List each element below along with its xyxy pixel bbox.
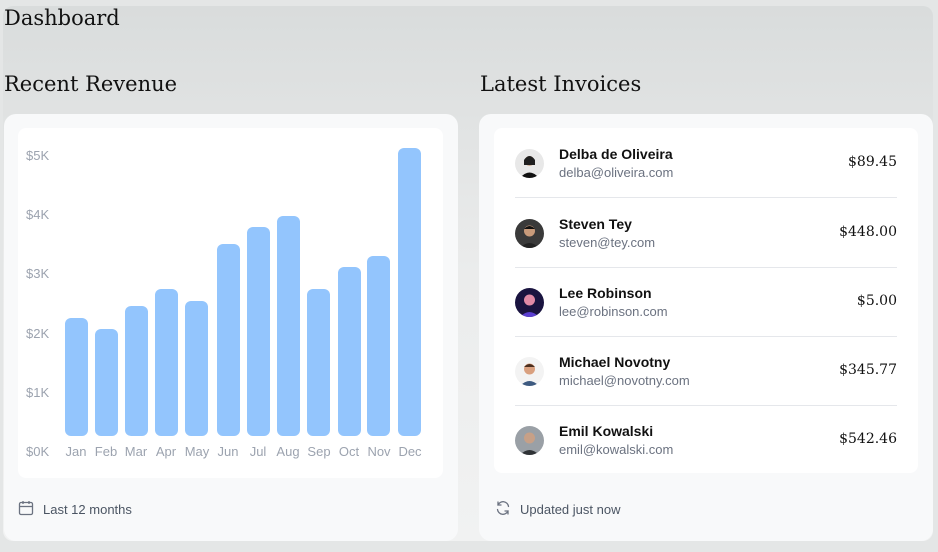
invoices-list: Delba de Oliveira delba@oliveira.com $89… (494, 128, 918, 473)
invoices-card: Delba de Oliveira delba@oliveira.com $89… (479, 114, 933, 541)
bar-aug (277, 216, 300, 436)
revenue-chart: $5K $4K $3K $2K $1K $0K Jan Feb Mar Apr … (18, 128, 443, 478)
invoices-footer-label: Updated just now (520, 502, 621, 517)
refresh-icon[interactable] (495, 500, 520, 519)
y-tick-label: $0K (26, 444, 50, 459)
x-tick-label: Feb (94, 444, 118, 459)
invoice-name: Delba de Oliveira (559, 146, 673, 162)
revenue-card: $5K $4K $3K $2K $1K $0K Jan Feb Mar Apr … (4, 114, 458, 541)
invoice-amount: $5.00 (856, 293, 897, 309)
x-tick-label: Jan (65, 444, 87, 459)
invoice-email: michael@novotny.com (559, 373, 690, 388)
x-tick-label: Jun (217, 444, 239, 459)
y-tick-label: $2K (26, 326, 50, 341)
invoice-row[interactable]: Lee Robinson lee@robinson.com $5.00 (515, 267, 897, 337)
invoice-row[interactable]: Delba de Oliveira delba@oliveira.com $89… (515, 128, 897, 198)
invoice-email: steven@tey.com (559, 235, 656, 250)
invoice-amount: $345.77 (839, 362, 897, 378)
y-tick-label: $3K (26, 266, 50, 281)
invoice-email: emil@kowalski.com (559, 442, 674, 457)
invoice-amount: $448.00 (839, 224, 897, 240)
avatar (515, 426, 544, 455)
bar-sep (307, 289, 330, 436)
invoice-name: Steven Tey (559, 216, 632, 232)
invoice-name: Lee Robinson (559, 285, 652, 301)
page-title: Dashboard (4, 6, 120, 30)
bar-mar (125, 306, 148, 436)
x-tick-label: Jul (249, 444, 267, 459)
invoice-row[interactable]: Michael Novotny michael@novotny.com $345… (515, 336, 897, 406)
bar-nov (367, 256, 390, 436)
bar-jun (217, 244, 240, 436)
y-tick-label: $5K (26, 148, 50, 163)
bar-jan (65, 318, 88, 436)
revenue-footer-label: Last 12 months (43, 502, 132, 517)
invoices-title: Latest Invoices (480, 72, 642, 96)
avatar (515, 288, 544, 317)
invoice-email: lee@robinson.com (559, 304, 668, 319)
bar-feb (95, 329, 118, 436)
avatar (515, 149, 544, 178)
invoice-name: Michael Novotny (559, 354, 671, 370)
x-tick-label: Oct (338, 444, 360, 459)
invoice-amount: $89.45 (848, 154, 897, 170)
revenue-title: Recent Revenue (4, 72, 178, 96)
bar-jul (247, 227, 270, 436)
calendar-icon (18, 500, 43, 519)
invoice-amount: $542.46 (839, 431, 897, 447)
x-tick-label: Aug (276, 444, 300, 459)
revenue-footer: Last 12 months (18, 500, 132, 519)
y-tick-label: $1K (26, 385, 50, 400)
invoice-row[interactable]: Steven Tey steven@tey.com $448.00 (515, 198, 897, 268)
x-tick-label: Sep (307, 444, 331, 459)
bar-oct (338, 267, 361, 436)
bar-apr (155, 289, 178, 436)
x-tick-label: May (184, 444, 210, 459)
avatar (515, 357, 544, 386)
x-tick-label: Nov (367, 444, 391, 459)
bar-may (185, 301, 208, 436)
invoice-name: Emil Kowalski (559, 423, 654, 439)
avatar (515, 219, 544, 248)
y-tick-label: $4K (26, 207, 50, 222)
x-tick-label: Mar (124, 444, 148, 459)
bar-dec (398, 148, 421, 436)
invoice-email: delba@oliveira.com (559, 165, 674, 180)
x-tick-label: Dec (398, 444, 422, 459)
x-tick-label: Apr (155, 444, 177, 459)
invoice-row[interactable]: Emil Kowalski emil@kowalski.com $542.46 (515, 405, 897, 474)
invoices-footer: Updated just now (495, 500, 620, 519)
